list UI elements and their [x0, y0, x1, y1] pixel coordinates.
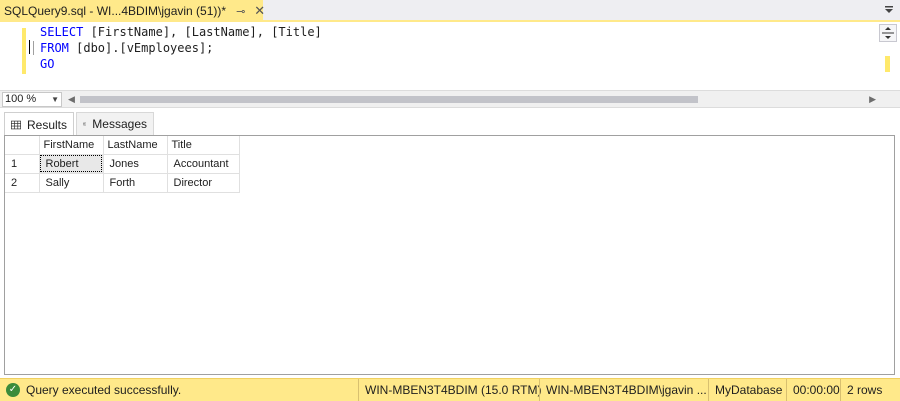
fold-line — [33, 41, 34, 55]
table-row: 2 Sally Forth Director — [5, 173, 240, 193]
zoom-value: 100 % — [5, 93, 37, 105]
tab-results-label: Results — [26, 117, 67, 132]
scroll-left-icon[interactable]: ◀ — [68, 94, 75, 105]
editor-margin — [0, 22, 22, 90]
code-line-1: SELECT [FirstName], [LastName], [Title] — [40, 25, 322, 39]
change-tracking-bar — [22, 28, 26, 74]
scrollbar-change-marker — [885, 56, 890, 72]
split-window-icon[interactable] — [879, 24, 897, 42]
code-line-2: FROM [dbo].[vEmployees]; — [40, 41, 214, 55]
grid-cell[interactable]: Jones — [103, 154, 168, 174]
query-editor[interactable]: SELECT [FirstName], [LastName], [Title] … — [0, 22, 900, 90]
row-number-header — [5, 136, 40, 155]
grid-icon — [11, 120, 21, 129]
chevron-down-icon: ▼ — [51, 95, 59, 104]
tab-messages[interactable]: Messages — [76, 112, 154, 136]
column-header[interactable]: LastName — [103, 136, 168, 155]
tab-dropdown-icon[interactable] — [882, 3, 896, 17]
close-icon[interactable]: ✕ — [254, 3, 265, 19]
tab-messages-label: Messages — [92, 117, 147, 131]
grid-cell[interactable]: Robert — [39, 154, 104, 174]
column-header[interactable]: FirstName — [39, 136, 104, 155]
table-row: 1 Robert Jones Accountant — [5, 154, 240, 174]
status-bar: ✓ Query executed successfully. WIN-MBEN3… — [0, 378, 900, 401]
code-line-3: GO — [40, 57, 55, 71]
status-rows: 2 rows — [840, 379, 900, 401]
zoom-dropdown[interactable]: 100 % ▼ — [2, 92, 62, 107]
column-header[interactable]: Title — [167, 136, 240, 155]
text-cursor — [29, 40, 30, 54]
results-grid[interactable]: FirstName LastName Title 1 Robert Jones … — [4, 135, 895, 375]
row-number[interactable]: 2 — [5, 173, 40, 193]
status-message: ✓ Query executed successfully. — [6, 383, 181, 397]
editor-horizontal-scrollbar[interactable]: 100 % ▼ ◀ ▶ — [0, 90, 900, 108]
code-text[interactable]: SELECT [FirstName], [LastName], [Title] … — [33, 24, 322, 72]
status-elapsed: 00:00:00 — [786, 379, 840, 401]
grid-cell[interactable]: Sally — [39, 173, 104, 193]
grid-cell[interactable]: Accountant — [167, 154, 240, 174]
row-number[interactable]: 1 — [5, 154, 40, 174]
results-tabs: Results Messages — [0, 112, 900, 136]
tab-results[interactable]: Results — [4, 112, 74, 136]
document-tab-strip: SQLQuery9.sql - WI...4BDIM\jgavin (51))*… — [0, 0, 900, 22]
checkmark-icon: ✓ — [6, 383, 20, 397]
grid-cell[interactable]: Director — [167, 173, 240, 193]
status-database: MyDatabase — [708, 379, 788, 401]
pin-icon[interactable]: ⊸ — [236, 5, 245, 18]
status-message-text: Query executed successfully. — [26, 383, 182, 397]
document-tab[interactable]: SQLQuery9.sql - WI...4BDIM\jgavin (51))*… — [0, 0, 265, 22]
grid-cell[interactable]: Forth — [103, 173, 168, 193]
status-user: WIN-MBEN3T4BDIM\jgavin ... — [539, 379, 709, 401]
scroll-right-icon[interactable]: ▶ — [869, 94, 876, 105]
results-pane: Results Messages FirstName LastName Titl… — [0, 108, 900, 378]
document-tab-title: SQLQuery9.sql - WI...4BDIM\jgavin (51))* — [4, 4, 227, 18]
scroll-thumb[interactable] — [80, 96, 698, 103]
status-server: WIN-MBEN3T4BDIM (15.0 RTM) — [358, 379, 541, 401]
messages-icon — [83, 122, 87, 126]
grid-header-row: FirstName LastName Title — [5, 136, 240, 155]
